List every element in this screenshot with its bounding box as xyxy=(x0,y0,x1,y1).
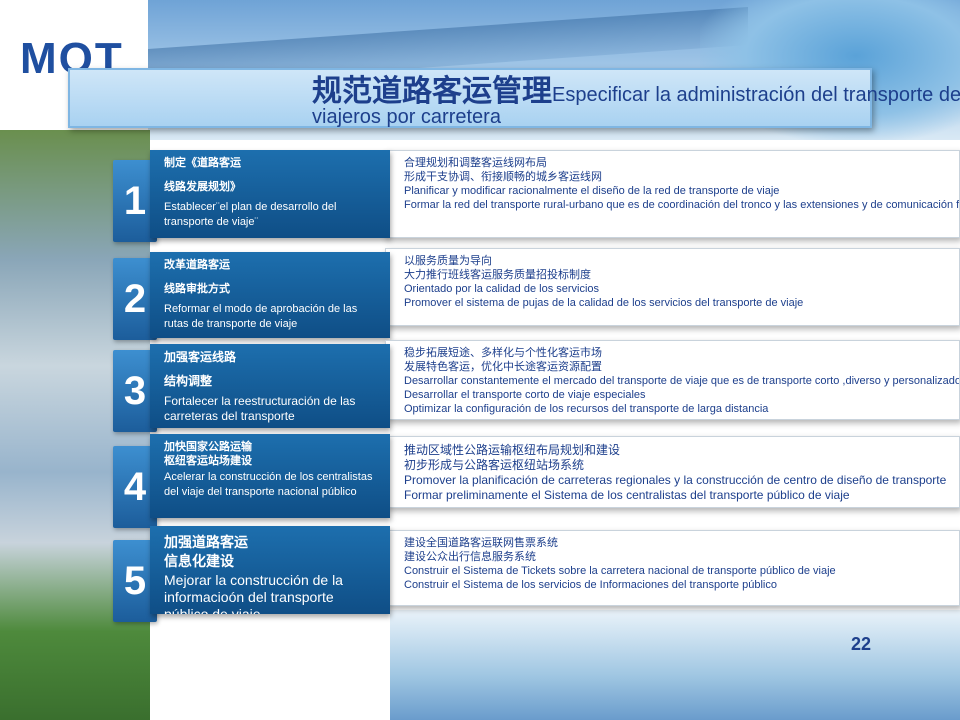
panel-line: 建设全国道路客运联网售票系统 xyxy=(404,537,558,549)
panel-line: Promover la planificación de carreteras … xyxy=(404,473,947,487)
panel-line: Promover el sistema de pujas de la calid… xyxy=(404,297,804,309)
page-number: 22 xyxy=(851,634,872,654)
panel-line: Planificar y modificar racionalmente el … xyxy=(404,185,780,197)
box-label-spanish: Fortalecer la reestructuración de las ca… xyxy=(164,394,356,423)
box-label-spanish: Establecer¨el plan de desarrollo del tra… xyxy=(164,201,337,228)
panel-line: Formar preliminamente el Sistema de los … xyxy=(404,488,850,502)
panel-line: Construir el Sistema de Tickets sobre la… xyxy=(404,565,836,577)
box-label-spanish: Acelerar la construcción de los centrali… xyxy=(164,471,373,498)
box-label-line2: 枢纽客运站场建设 xyxy=(164,455,252,467)
box-label-line2: 线路审批方式 xyxy=(164,283,230,295)
panel-line: Optimizar la configuración de los recurs… xyxy=(404,403,769,415)
panel-line: 发展特色客运，优化中长途客运资源配置 xyxy=(404,361,602,373)
item-panel-1: 合理规划和调整客运线网布局 形成干支协调、衔接顺畅的城乡客运线网 Planifi… xyxy=(385,150,960,238)
box-label-spanish: Mejorar la construcción de la informacio… xyxy=(164,572,343,614)
panel-line: Orientado por la calidad de los servicio… xyxy=(404,283,600,295)
box-label-line1: 加强客运线路 xyxy=(164,350,237,364)
box-label-line1: 加快国家公路运输 xyxy=(164,441,252,453)
panel-line: 大力推行班线客运服务质量招投标制度 xyxy=(404,269,591,281)
box-label-line2: 结构调整 xyxy=(164,374,213,388)
box-label-line2: 线路发展规划》 xyxy=(164,181,241,193)
title-spanish-line2: viajeros por carretera xyxy=(312,106,501,128)
box-label-line2: 信息化建设 xyxy=(164,553,234,569)
item-box-5: 加强道路客运 信息化建设 Mejorar la construcción de … xyxy=(150,526,390,614)
panel-line: 初步形成与公路客运枢纽站场系统 xyxy=(404,458,585,472)
page-title: 规范道路客运管理Especificar la administración de… xyxy=(312,66,960,110)
item-panel-3: 稳步拓展短途、多样化与个性化客运市场 发展特色客运，优化中长途客运资源配置 De… xyxy=(385,340,960,420)
panel-line: Construir el Sistema de los servicios de… xyxy=(404,579,777,591)
panel-line: 建设公众出行信息服务系统 xyxy=(404,551,536,563)
item-panel-4: 推动区域性公路运输枢纽布局规划和建设 初步形成与公路客运枢纽站场系统 Promo… xyxy=(385,436,960,508)
panel-line: Desarrollar el transporte corto de viaje… xyxy=(404,389,646,401)
title-spanish: Especificar la administración del transp… xyxy=(552,84,960,106)
item-box-4: 加快国家公路运输 枢纽客运站场建设 Acelerar la construcci… xyxy=(150,434,390,518)
panel-line: Formar la red del transporte rural-urban… xyxy=(404,199,960,211)
box-label-spanish: Reformar el modo de aprobación de las ru… xyxy=(164,303,358,330)
box-label-line1: 改革道路客运 xyxy=(164,259,230,271)
title-chinese: 规范道路客运管理 xyxy=(312,75,552,108)
panel-line: 以服务质量为导向 xyxy=(404,255,492,267)
item-box-2: 改革道路客运 线路审批方式 Reformar el modo de aproba… xyxy=(150,252,390,338)
item-box-3: 加强客运线路 结构调整 Fortalecer la reestructuraci… xyxy=(150,344,390,428)
box-label-line1: 加强道路客运 xyxy=(164,534,248,550)
panel-line: 稳步拓展短途、多样化与个性化客运市场 xyxy=(404,347,602,359)
panel-line: Desarrollar constantemente el mercado de… xyxy=(404,375,960,387)
panel-line: 形成干支协调、衔接顺畅的城乡客运线网 xyxy=(404,171,602,183)
highway-photo xyxy=(390,610,960,720)
box-label-line1: 制定《道路客运 xyxy=(164,157,241,169)
item-panel-5: 建设全国道路客运联网售票系统 建设公众出行信息服务系统 Construir el… xyxy=(385,530,960,606)
item-panel-2: 以服务质量为导向 大力推行班线客运服务质量招投标制度 Orientado por… xyxy=(385,248,960,326)
item-box-1: 制定《道路客运 线路发展规划》 Establecer¨el plan de de… xyxy=(150,150,390,238)
panel-line: 合理规划和调整客运线网布局 xyxy=(404,157,547,169)
panel-line: 推动区域性公路运输枢纽布局规划和建设 xyxy=(404,443,621,457)
